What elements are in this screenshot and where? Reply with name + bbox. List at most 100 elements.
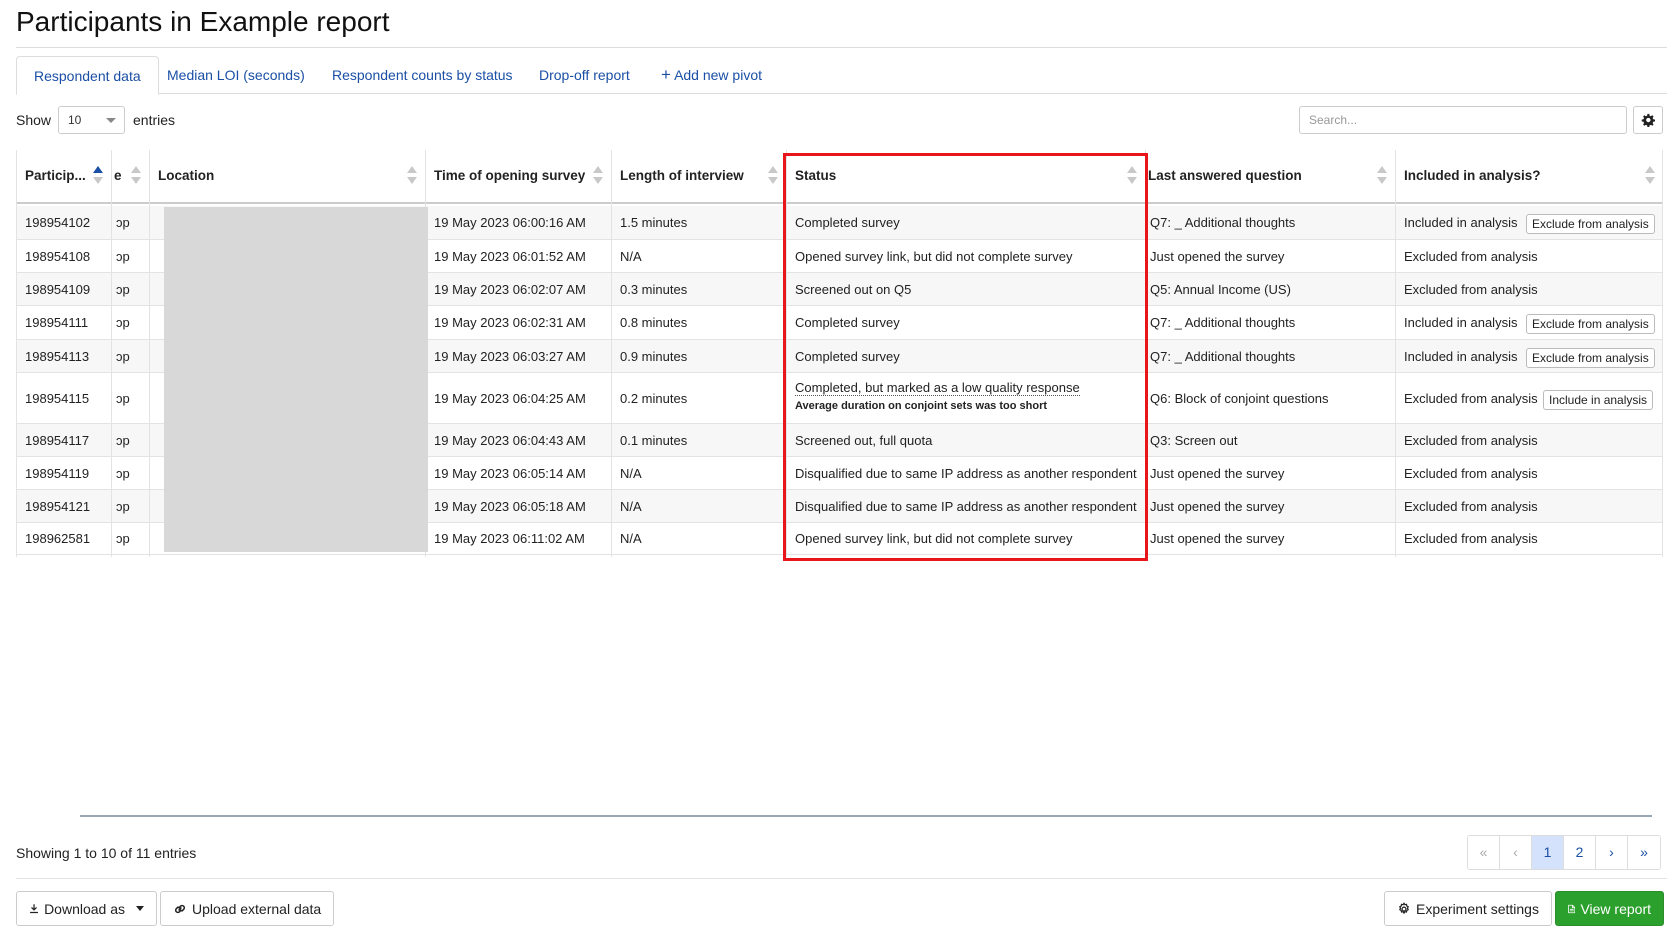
view-report-label: View report [1580, 900, 1651, 917]
time-opening-cell: 19 May 2023 06:03:27 AM [434, 349, 586, 364]
last-answered-cell: Just opened the survey [1150, 466, 1285, 481]
included-status-cell: Excluded from analysis [1404, 282, 1538, 297]
view-report-button[interactable]: View report [1555, 891, 1664, 926]
last-answered-cell: Q7: _ Additional thoughts [1150, 215, 1296, 230]
tab-respondent-counts[interactable]: Respondent counts by status [315, 56, 530, 95]
time-opening-cell: 19 May 2023 06:02:31 AM [434, 315, 586, 330]
status-cell: Completed survey [795, 315, 900, 330]
included-status-cell: Included in analysis [1404, 349, 1518, 364]
first-page-button[interactable]: « [1468, 836, 1500, 869]
length-interview-cell: 0.2 minutes [620, 391, 688, 406]
previous-page-button[interactable]: ‹ [1500, 836, 1532, 869]
time-opening-cell: 19 May 2023 06:05:14 AM [434, 466, 586, 481]
length-interview-cell: N/A [620, 499, 642, 514]
last-answered-cell: Q7: _ Additional thoughts [1150, 349, 1296, 364]
included-status-cell: Excluded from analysis [1404, 531, 1538, 546]
tab-add-new-pivot[interactable]: + Add new pivot [644, 56, 779, 95]
included-status-cell: Excluded from analysis [1404, 466, 1538, 481]
participant-id-cell: 198954119 [25, 466, 90, 481]
column-divider [1662, 150, 1663, 557]
next-page-button[interactable]: › [1596, 836, 1628, 869]
e-cell: ɔp [116, 466, 130, 481]
download-as-button[interactable]: Download as [16, 891, 157, 926]
time-opening-cell: 19 May 2023 06:02:07 AM [434, 282, 586, 297]
page-2-button[interactable]: 2 [1564, 836, 1596, 869]
chevron-down-icon [106, 118, 116, 123]
entries-label: entries [133, 112, 176, 128]
last-answered-cell: Q3: Screen out [1150, 433, 1238, 448]
header-last-answered[interactable]: Last answered question [1145, 150, 1395, 204]
length-interview-cell: 0.8 minutes [620, 315, 688, 330]
include-in-analysis-button[interactable]: Include in analysis [1543, 390, 1654, 410]
download-icon [30, 904, 38, 914]
show-label: Show [16, 112, 52, 128]
participant-id-cell: 198954111 [25, 315, 89, 330]
horizontal-scrollbar[interactable] [80, 815, 1652, 817]
page-title: Participants in Example report [16, 6, 390, 37]
included-status-cell: Excluded from analysis [1404, 391, 1538, 406]
included-status-cell: Included in analysis [1404, 215, 1518, 230]
exclude-from-analysis-button[interactable]: Exclude from analysis [1526, 214, 1655, 234]
link-icon [174, 904, 186, 913]
table-settings-button[interactable] [1633, 106, 1663, 134]
header-participant[interactable]: Particip... [16, 150, 111, 204]
participant-id-cell: 198954109 [25, 282, 91, 297]
tab-bar: Respondent data Median LOI (seconds) Res… [16, 56, 1667, 95]
entries-per-page-value: 10 [68, 113, 82, 127]
last-answered-cell: Q5: Annual Income (US) [1150, 282, 1291, 297]
sort-icon [1127, 166, 1137, 188]
status-cell: Completed survey [795, 349, 900, 364]
length-interview-cell: N/A [620, 466, 642, 481]
e-cell: ɔp [116, 249, 130, 264]
upload-external-data-label: Upload external data [192, 900, 322, 917]
header-status[interactable]: Status [786, 150, 1145, 204]
e-cell: ɔp [116, 315, 130, 330]
experiment-settings-label: Experiment settings [1416, 900, 1539, 917]
participant-id-cell: 198954121 [25, 499, 91, 514]
sort-icon [593, 166, 603, 188]
status-cell: Opened survey link, but did not complete… [795, 531, 1073, 546]
gear-icon [1398, 901, 1410, 914]
column-divider [111, 150, 112, 557]
exclude-from-analysis-button[interactable]: Exclude from analysis [1526, 314, 1655, 334]
last-answered-cell: Q6: Block of conjoint questions [1150, 391, 1329, 406]
header-time-opening[interactable]: Time of opening survey [425, 150, 611, 204]
status-cell: Opened survey link, but did not complete… [795, 249, 1073, 264]
header-included[interactable]: Included in analysis? [1395, 150, 1663, 204]
tab-median-loi[interactable]: Median LOI (seconds) [150, 56, 322, 95]
time-opening-cell: 19 May 2023 06:00:16 AM [434, 215, 586, 230]
participant-id-cell: 198962581 [25, 531, 91, 546]
pagination: « ‹ 1 2 › » [1467, 835, 1661, 870]
entries-per-page-select[interactable]: 10 [58, 106, 125, 134]
header-e[interactable]: e [111, 150, 149, 204]
experiment-settings-button[interactable]: Experiment settings [1384, 891, 1552, 926]
sort-icon [407, 166, 417, 188]
sort-ascending-icon [93, 166, 103, 188]
footer-divider [16, 878, 1667, 879]
e-cell: ɔp [116, 215, 130, 230]
participant-id-cell: 198954113 [25, 349, 90, 364]
exclude-from-analysis-button[interactable]: Exclude from analysis [1526, 348, 1655, 368]
upload-external-data-button[interactable]: Upload external data [160, 891, 335, 926]
participant-id-cell: 198954115 [25, 391, 90, 406]
column-divider [786, 150, 787, 557]
tab-drop-off-report[interactable]: Drop-off report [522, 56, 647, 95]
sort-icon [768, 166, 778, 188]
last-answered-cell: Just opened the survey [1150, 249, 1285, 264]
header-location[interactable]: Location [149, 150, 425, 204]
time-opening-cell: 19 May 2023 06:04:25 AM [434, 391, 586, 406]
included-status-cell: Excluded from analysis [1404, 249, 1538, 264]
time-opening-cell: 19 May 2023 06:11:02 AM [434, 531, 585, 546]
participant-id-cell: 198954108 [25, 249, 91, 264]
gear-icon [1641, 113, 1655, 127]
sort-icon [1377, 166, 1387, 188]
tab-respondent-data[interactable]: Respondent data [16, 56, 159, 95]
last-page-button[interactable]: » [1628, 836, 1660, 869]
header-length-interview[interactable]: Length of interview [611, 150, 786, 204]
included-status-cell: Included in analysis [1404, 315, 1518, 330]
e-cell: ɔp [116, 282, 130, 297]
search-input[interactable] [1299, 106, 1627, 134]
location-redacted-block [164, 207, 428, 552]
status-cell: Disqualified due to same IP address as a… [795, 499, 1137, 514]
page-1-button[interactable]: 1 [1532, 836, 1564, 869]
